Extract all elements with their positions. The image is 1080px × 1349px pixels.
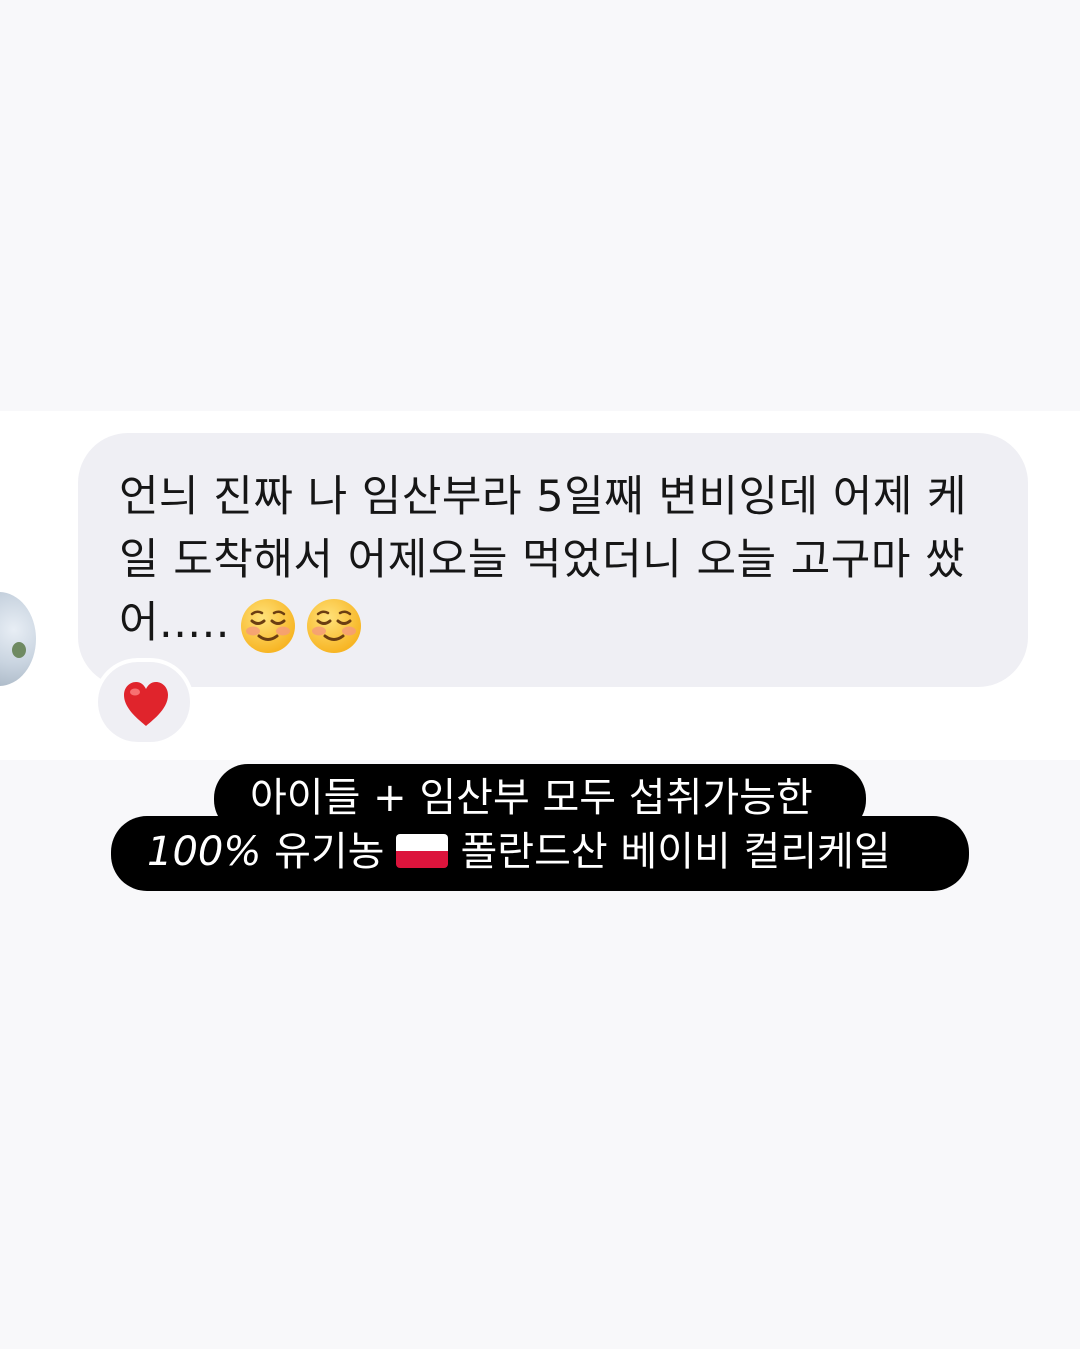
message-text-block: 언늬 진짜 나 임산부라 5일째 변비잉데 어제 케일 도착해서 어제오늘 먹었… <box>119 466 999 655</box>
caption-product: 폴란드산 베이비 컬리케일 <box>460 829 891 875</box>
heart-reaction[interactable] <box>94 658 194 746</box>
avatar-plant-detail <box>12 642 26 658</box>
poland-flag-icon <box>396 834 449 868</box>
caption-organic: 유기농 <box>274 829 385 875</box>
caption-line-2: 100% 유기농 폴란드산 베이비 컬리케일 <box>111 816 969 891</box>
caption-line-1-text: 아이들 + 임산부 모두 섭취가능한 <box>250 775 813 821</box>
caption-percent: 100% <box>147 829 262 875</box>
smiling-face-icon <box>306 598 362 654</box>
red-heart-icon <box>124 682 168 726</box>
smiling-face-icon <box>240 598 296 654</box>
